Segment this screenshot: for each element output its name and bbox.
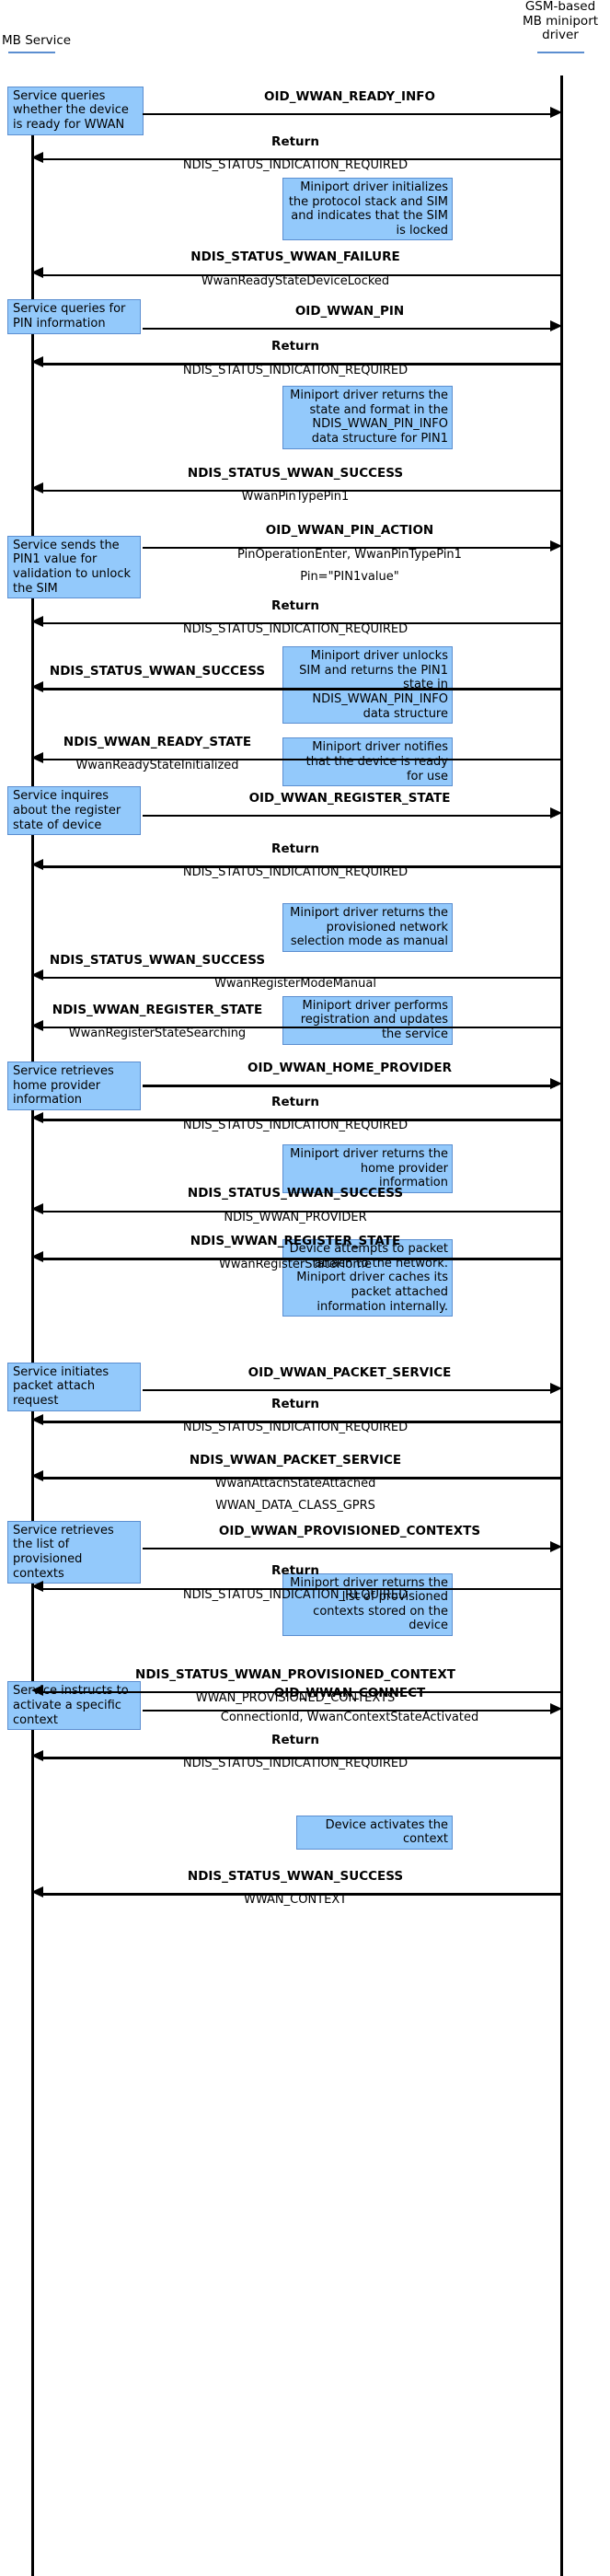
message-label-m23: Return (271, 1563, 319, 1579)
message-sub-m7-0: PinOperationEnter, WwanPinTypePin1 (237, 548, 462, 563)
message-sub-m7-1: Pin="PIN1value" (300, 569, 399, 584)
message-sub-m25-0: ConnectionId, WwanContextStateActivated (220, 1711, 479, 1725)
message-label-m15: OID_WWAN_HOME_PROVIDER (247, 1061, 452, 1076)
message-label-m22: OID_WWAN_PROVISIONED_CONTEXTS (218, 1523, 481, 1538)
message-line-m19 (143, 1388, 555, 1392)
message-line-m4 (143, 327, 555, 331)
message-line-m15 (143, 1085, 555, 1087)
note-service-send-pin1: Service sends the PIN1 value for validat… (7, 535, 141, 599)
message-label-m9: NDIS_STATUS_WWAN_SUCCESS (49, 664, 266, 679)
note-miniport-device-ready: Miniport driver notifies that the device… (282, 737, 453, 787)
message-label-m8: Return (271, 598, 319, 613)
message-label-m11: OID_WWAN_REGISTER_STATE (248, 790, 451, 806)
message-sub-m13-0: WwanRegisterModeManual (214, 976, 376, 991)
note-service-pin-query: Service queries for PIN information (7, 299, 141, 334)
message-sub-m16-0: NDIS_STATUS_INDICATION_REQUIRED (182, 1119, 409, 1133)
message-sub-m10-0: WwanReadyStateInitialized (75, 758, 239, 772)
sequence-diagram-canvas: MB Service GSM-based MB miniport driver … (0, 0, 610, 2576)
message-line-m11 (143, 814, 555, 818)
actor-head-miniport (537, 51, 584, 53)
message-arrowhead-m9 (31, 680, 43, 692)
note-miniport-provisioned-contexts: Miniport driver returns the list of prov… (282, 1572, 453, 1637)
message-label-m6: NDIS_STATUS_WWAN_SUCCESS (187, 465, 404, 481)
message-label-m2: Return (271, 133, 319, 149)
message-sub-m17-0: NDIS_WWAN_PROVIDER (224, 1210, 367, 1224)
note-miniport-unlock-sim: Miniport driver unlocks SIM and returns … (282, 646, 453, 725)
message-sub-m26-0: NDIS_STATUS_INDICATION_REQUIRED (182, 1757, 409, 1771)
lifeline-miniport (560, 75, 563, 2576)
message-label-m4: OID_WWAN_PIN (294, 303, 405, 319)
message-arrowhead-m19 (550, 1382, 562, 1394)
note-device-activates-context: Device activates the context (296, 1815, 453, 1851)
message-label-m27: NDIS_STATUS_WWAN_SUCCESS (187, 1869, 404, 1885)
message-label-m14: NDIS_WWAN_REGISTER_STATE (52, 1002, 263, 1017)
message-sub-m3-0: WwanReadyStateDeviceLocked (201, 273, 390, 288)
message-line-m22 (143, 1547, 555, 1550)
message-label-m26: Return (271, 1733, 319, 1748)
note-miniport-pin-info: Miniport driver returns the state and fo… (282, 386, 453, 449)
message-sub-m27-0: WWAN_CONTEXT (244, 1893, 347, 1908)
message-label-m18: NDIS_WWAN_REGISTER_STATE (190, 1234, 401, 1248)
note-miniport-registration: Miniport driver performs registration an… (282, 995, 453, 1045)
actor-head-service (8, 51, 55, 53)
message-sub-m5-0: NDIS_STATUS_INDICATION_REQUIRED (182, 364, 409, 378)
message-label-m5: Return (271, 338, 319, 354)
message-label-m17: NDIS_STATUS_WWAN_SUCCESS (187, 1186, 404, 1201)
message-label-m7: OID_WWAN_PIN_ACTION (265, 522, 434, 538)
message-sub-m20-0: NDIS_STATUS_INDICATION_REQUIRED (182, 1421, 409, 1435)
message-label-m24: NDIS_STATUS_WWAN_PROVISIONED_CONTEXT (135, 1666, 455, 1682)
message-arrowhead-m11 (550, 807, 562, 819)
message-sub-m18-0: WwanRegisterStateHome (218, 1258, 373, 1272)
message-arrowhead-m15 (550, 1078, 562, 1090)
message-line-m1 (143, 112, 555, 116)
message-label-m13: NDIS_STATUS_WWAN_SUCCESS (49, 952, 266, 968)
note-service-activate-context: Service instructs to activate a specific… (7, 1681, 141, 1731)
message-sub-m2-0: NDIS_STATUS_INDICATION_REQUIRED (182, 157, 409, 172)
message-sub-m23-0: NDIS_STATUS_INDICATION_REQUIRED (182, 1587, 409, 1602)
note-miniport-init-sim-locked: Miniport driver initializes the protocol… (282, 178, 453, 241)
message-arrowhead-m4 (550, 320, 562, 332)
message-label-m10: NDIS_WWAN_READY_STATE (63, 734, 252, 749)
message-sub-m21-1: WWAN_DATA_CLASS_GPRS (215, 1498, 375, 1513)
note-service-register-query: Service inquires about the register stat… (7, 786, 141, 836)
actor-label-miniport: GSM-based MB miniport driver (522, 0, 599, 42)
note-device-packet-attach: Device attempts to packet attach to the … (282, 1239, 453, 1317)
message-label-m20: Return (271, 1397, 319, 1412)
message-label-m3: NDIS_STATUS_WWAN_FAILURE (190, 249, 400, 265)
message-label-m25: OID_WWAN_CONNECT (273, 1685, 426, 1700)
message-sub-m6-0: WwanPinTypePin1 (241, 489, 350, 504)
message-line-m9 (39, 688, 560, 690)
message-label-m12: Return (271, 841, 319, 857)
message-sub-m14-0: WwanRegisterStateSearching (68, 1026, 247, 1040)
note-service-ready-query: Service queries whether the device is re… (7, 86, 144, 135)
note-miniport-selection-mode: Miniport driver returns the provisioned … (282, 903, 453, 953)
actor-label-service: MB Service (2, 33, 72, 49)
message-sub-m8-0: NDIS_STATUS_INDICATION_REQUIRED (182, 621, 409, 636)
message-label-m21: NDIS_WWAN_PACKET_SERVICE (189, 1453, 402, 1468)
message-label-m16: Return (271, 1095, 319, 1110)
message-sub-m21-0: WwanAttachStateAttached (214, 1477, 376, 1491)
message-sub-m12-0: NDIS_STATUS_INDICATION_REQUIRED (182, 865, 409, 880)
message-label-m1: OID_WWAN_READY_INFO (264, 88, 435, 104)
message-arrowhead-m1 (550, 106, 562, 118)
message-label-m19: OID_WWAN_PACKET_SERVICE (247, 1364, 452, 1380)
message-arrowhead-m22 (550, 1540, 562, 1552)
